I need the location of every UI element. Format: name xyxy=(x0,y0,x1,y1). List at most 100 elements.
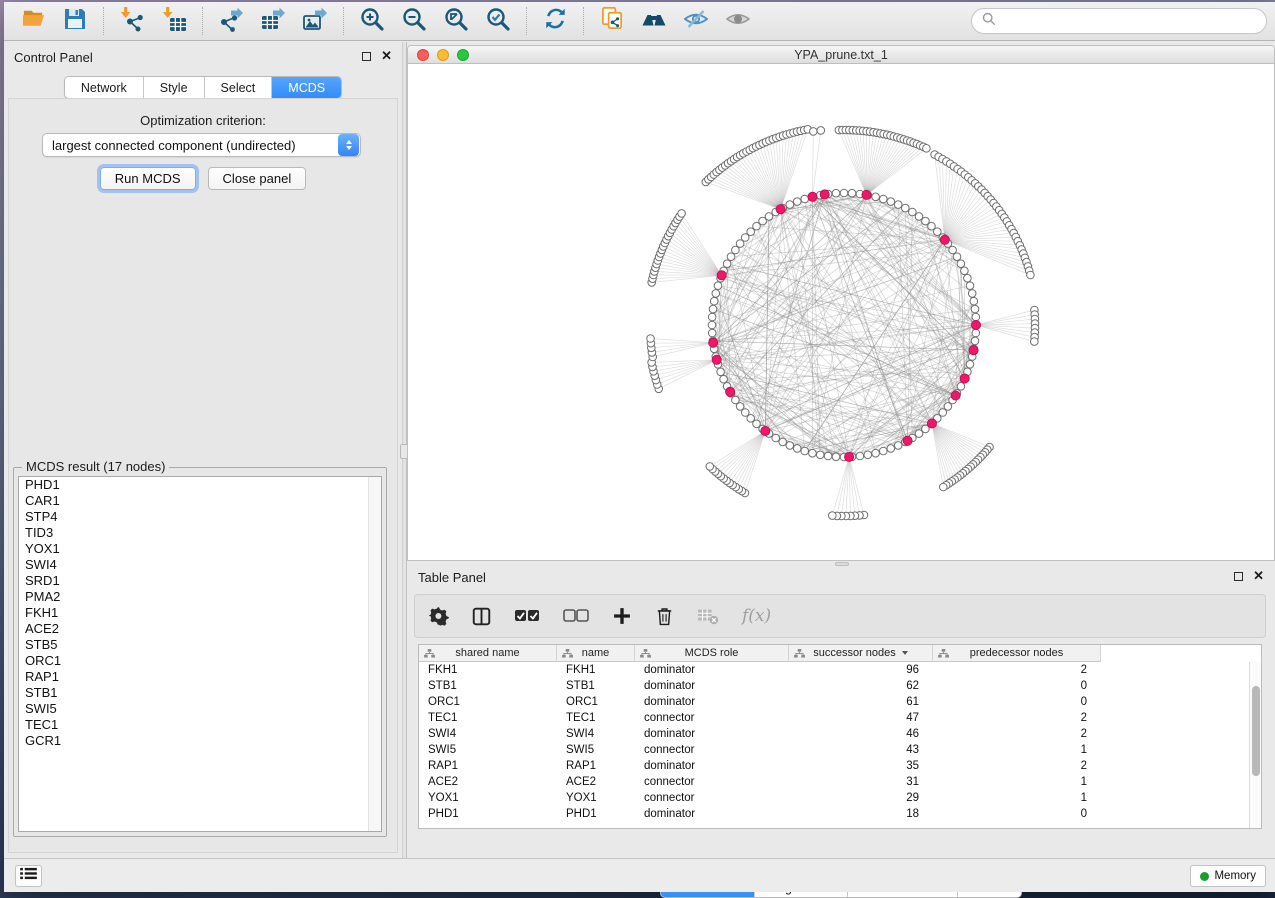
right-pane: YPA_prune.txt_1 Table Panel ✕ xyxy=(407,42,1275,858)
table-row[interactable]: YOX1YOX1connector291 xyxy=(419,790,1249,806)
delete-row-trash-icon[interactable] xyxy=(655,606,674,627)
search-field[interactable] xyxy=(971,8,1267,34)
table-row[interactable]: FKH1FKH1dominator962 xyxy=(419,662,1249,678)
mcds-node-item[interactable]: GCR1 xyxy=(19,733,381,749)
mcds-node-item[interactable]: RAP1 xyxy=(19,669,381,685)
mcds-node-item[interactable]: TID3 xyxy=(19,525,381,541)
network-canvas[interactable] xyxy=(408,65,1274,560)
table-scrollbar-thumb[interactable] xyxy=(1252,686,1260,776)
import-network-icon xyxy=(119,6,145,37)
mcds-list-scrollbar[interactable] xyxy=(368,477,381,831)
control-panel-title: Control Panel xyxy=(14,50,93,65)
zoom-out-button[interactable] xyxy=(393,5,435,37)
cell-name: SWI4 xyxy=(557,726,635,742)
toolbar-separator xyxy=(202,7,203,35)
mcds-node-item[interactable]: SRD1 xyxy=(19,573,381,589)
eye-icon xyxy=(725,6,751,37)
zoom-fit-icon xyxy=(443,6,469,37)
cell-shared-name: PHD1 xyxy=(419,806,557,822)
table-row[interactable]: TEC1TEC1connector472 xyxy=(419,710,1249,726)
toolbar-separator xyxy=(343,7,344,35)
mcds-node-item[interactable]: TEC1 xyxy=(19,717,381,733)
tab-network[interactable]: Network xyxy=(65,77,144,98)
show-all-button[interactable] xyxy=(717,5,759,37)
clone-network-button[interactable] xyxy=(591,5,633,37)
mcds-node-item[interactable]: YOX1 xyxy=(19,541,381,557)
table-scrollbar[interactable] xyxy=(1249,662,1261,828)
import-table-button[interactable] xyxy=(153,5,195,37)
mcds-node-item[interactable]: STB1 xyxy=(19,685,381,701)
mcds-node-item[interactable]: ACE2 xyxy=(19,621,381,637)
mcds-node-item[interactable]: SWI4 xyxy=(19,557,381,573)
table-row[interactable]: RAP1RAP1dominator352 xyxy=(419,758,1249,774)
float-panel-icon[interactable] xyxy=(1234,572,1243,581)
table-row[interactable]: PHD1PHD1dominator180 xyxy=(419,806,1249,822)
status-list-button[interactable] xyxy=(15,865,42,887)
zoom-fit-button[interactable] xyxy=(435,5,477,37)
export-table-button[interactable] xyxy=(252,5,294,37)
zoom-in-icon xyxy=(359,6,385,37)
table-row[interactable]: SWI5SWI5connector431 xyxy=(419,742,1249,758)
tab-mcds[interactable]: MCDS xyxy=(272,77,341,98)
search-input[interactable] xyxy=(1002,14,1256,28)
cell-name: ACE2 xyxy=(557,774,635,790)
import-network-button[interactable] xyxy=(111,5,153,37)
table-row[interactable]: ACE2ACE2connector311 xyxy=(419,774,1249,790)
mcds-result-title: MCDS result (17 nodes) xyxy=(22,459,169,474)
mcds-node-item[interactable]: SWI5 xyxy=(19,701,381,717)
cell-shared-name: STB1 xyxy=(419,678,557,694)
table-row[interactable]: STB1STB1dominator620 xyxy=(419,678,1249,694)
cell-shared-name: RAP1 xyxy=(419,758,557,774)
zoom-out-icon xyxy=(401,6,427,37)
unselect-all-checkbox-icon[interactable] xyxy=(563,609,589,623)
column-header-MCDS-role[interactable]: MCDS role xyxy=(635,645,789,662)
add-row-icon[interactable] xyxy=(612,606,632,626)
column-header-shared-name[interactable]: shared name xyxy=(419,645,557,662)
cell-predecessor-nodes: 0 xyxy=(933,678,1101,694)
divider-grip[interactable] xyxy=(835,562,849,566)
zoom-selected-icon xyxy=(485,6,511,37)
close-panel-button[interactable]: Close panel xyxy=(208,167,307,190)
mcds-node-item[interactable]: PHD1 xyxy=(19,477,381,493)
zoom-selected-button[interactable] xyxy=(477,5,519,37)
column-header-successor-nodes[interactable]: successor nodes xyxy=(789,645,933,662)
close-panel-icon[interactable]: ✕ xyxy=(1253,571,1264,581)
refresh-view-button[interactable] xyxy=(534,5,576,37)
memory-button[interactable]: Memory xyxy=(1190,865,1266,887)
table-row[interactable]: ORC1ORC1dominator610 xyxy=(419,694,1249,710)
mcds-node-item[interactable]: CAR1 xyxy=(19,493,381,509)
float-panel-icon[interactable] xyxy=(362,52,371,61)
cell-successor-nodes: 61 xyxy=(789,694,933,710)
mcds-node-item[interactable]: STP4 xyxy=(19,509,381,525)
node-table[interactable]: shared namenameMCDS rolesuccessor nodesp… xyxy=(418,644,1262,829)
settings-gear-icon[interactable] xyxy=(429,606,449,626)
first-neighbors-button[interactable] xyxy=(633,5,675,37)
mcds-node-item[interactable]: ORC1 xyxy=(19,653,381,669)
mcds-result-list[interactable]: PHD1CAR1STP4TID3YOX1SWI4SRD1PMA2FKH1ACE2… xyxy=(18,476,382,832)
open-file-button[interactable] xyxy=(12,5,54,37)
export-image-button[interactable] xyxy=(294,5,336,37)
zoom-in-button[interactable] xyxy=(351,5,393,37)
select-all-checkbox-icon[interactable] xyxy=(514,609,540,623)
export-network-button[interactable] xyxy=(210,5,252,37)
main-toolbar xyxy=(4,2,1275,41)
save-session-button[interactable] xyxy=(54,5,96,37)
run-mcds-button[interactable]: Run MCDS xyxy=(100,167,196,190)
hide-selected-button[interactable] xyxy=(675,5,717,37)
tab-style[interactable]: Style xyxy=(144,77,205,98)
mcds-node-item[interactable]: FKH1 xyxy=(19,605,381,621)
column-header-name[interactable]: name xyxy=(557,645,635,662)
tab-select[interactable]: Select xyxy=(205,77,273,98)
network-window-titlebar[interactable]: YPA_prune.txt_1 xyxy=(408,46,1274,64)
column-header-predecessor-nodes[interactable]: predecessor nodes xyxy=(933,645,1101,662)
cell-predecessor-nodes: 1 xyxy=(933,774,1101,790)
table-row[interactable]: SWI4SWI4dominator462 xyxy=(419,726,1249,742)
close-panel-icon[interactable]: ✕ xyxy=(381,51,392,61)
mcds-node-item[interactable]: STB5 xyxy=(19,637,381,653)
cell-MCDS-role: connector xyxy=(635,774,789,790)
show-columns-icon[interactable] xyxy=(472,607,491,626)
dropdown-stepper-icon xyxy=(338,134,359,156)
mcds-node-item[interactable]: PMA2 xyxy=(19,589,381,605)
criterion-dropdown[interactable]: largest connected component (undirected) xyxy=(42,133,361,157)
delete-table-icon xyxy=(697,606,719,626)
